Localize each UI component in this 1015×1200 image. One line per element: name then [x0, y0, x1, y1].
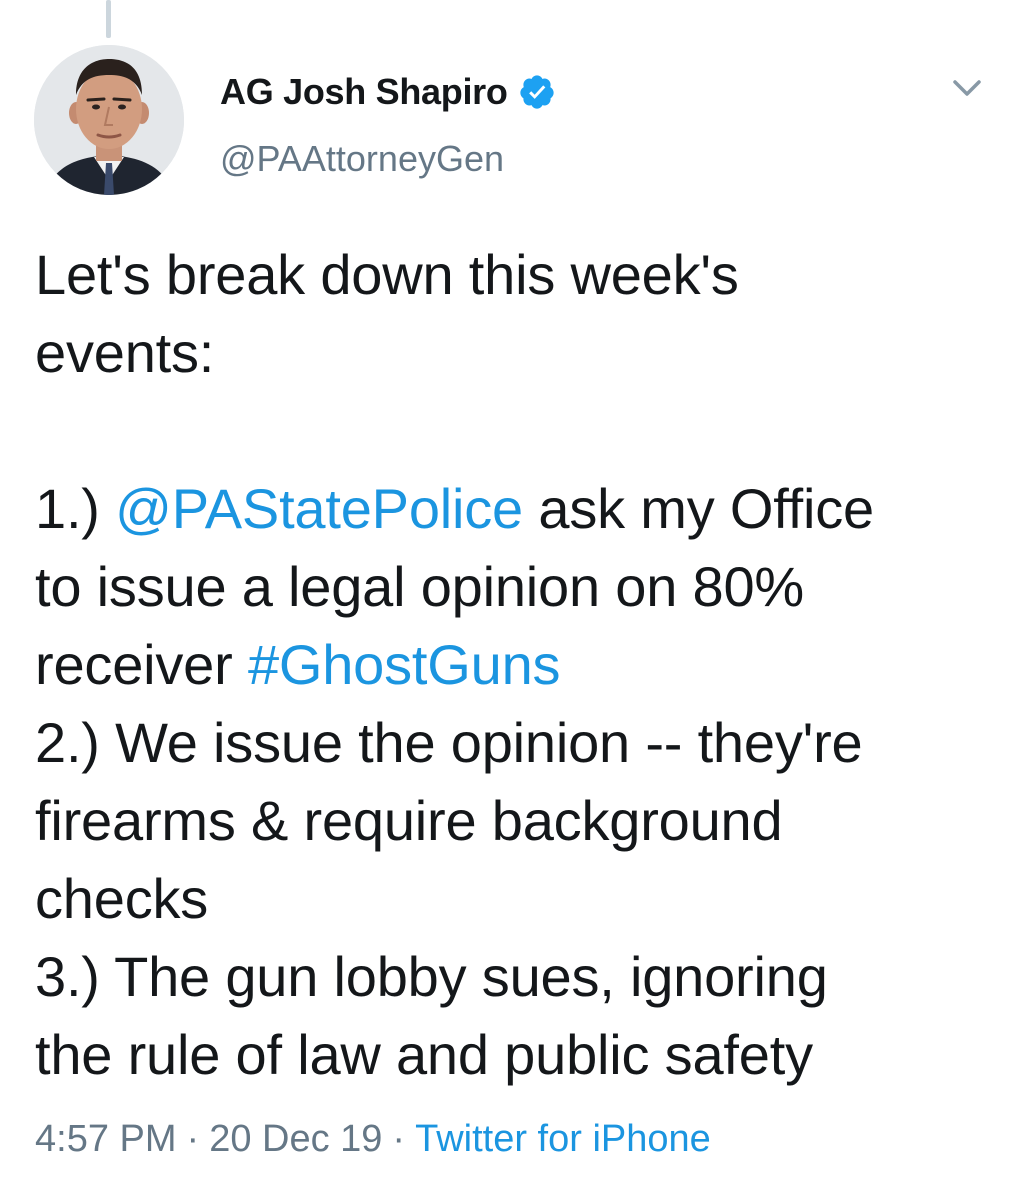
separator-dot: ·	[392, 1118, 406, 1160]
tweet-line: 3.) The gun lobby sues, ignoring	[35, 945, 828, 1008]
tweet-line: to issue a legal opinion on 80%	[35, 555, 805, 618]
tweet-text-fragment: receiver	[35, 633, 248, 696]
display-name[interactable]: AG Josh Shapiro	[220, 68, 556, 116]
user-handle[interactable]: @PAAttorneyGen	[220, 138, 504, 180]
list-number: 1.)	[35, 477, 116, 540]
tweet-date[interactable]: 20 Dec 19	[209, 1118, 382, 1160]
display-name-text[interactable]: AG Josh Shapiro	[220, 71, 508, 113]
separator-dot: ·	[186, 1118, 200, 1160]
tweet-text: Let's break down this week's events: 1.)…	[35, 236, 995, 1094]
tweet-source-link[interactable]: Twitter for iPhone	[415, 1118, 711, 1160]
tweet-line: Let's break down this week's	[35, 243, 739, 306]
tweet-text-fragment: ask my Office	[523, 477, 874, 540]
tweet-line: 1.) @PAStatePolice ask my Office	[35, 470, 995, 548]
tweet-line: checks	[35, 867, 209, 930]
tweet-line: 2.) We issue the opinion -- they're	[35, 711, 863, 774]
tweet-line: events:	[35, 321, 215, 384]
chevron-down-icon[interactable]	[945, 72, 989, 106]
tweet-line: receiver #GhostGuns	[35, 626, 995, 704]
tweet-metadata: 4:57 PM · 20 Dec 19 · Twitter for iPhone	[35, 1118, 711, 1161]
avatar[interactable]	[34, 45, 184, 195]
tweet-line: the rule of law and public safety	[35, 1023, 813, 1086]
tweet-time[interactable]: 4:57 PM	[35, 1118, 177, 1160]
thread-connector-line	[106, 0, 111, 38]
profile-photo	[34, 45, 184, 195]
mention-link[interactable]: @PAStatePolice	[115, 477, 523, 540]
tweet-line: firearms & require background	[35, 789, 783, 852]
verified-badge-icon	[519, 75, 554, 109]
hashtag-link[interactable]: #GhostGuns	[248, 633, 561, 696]
